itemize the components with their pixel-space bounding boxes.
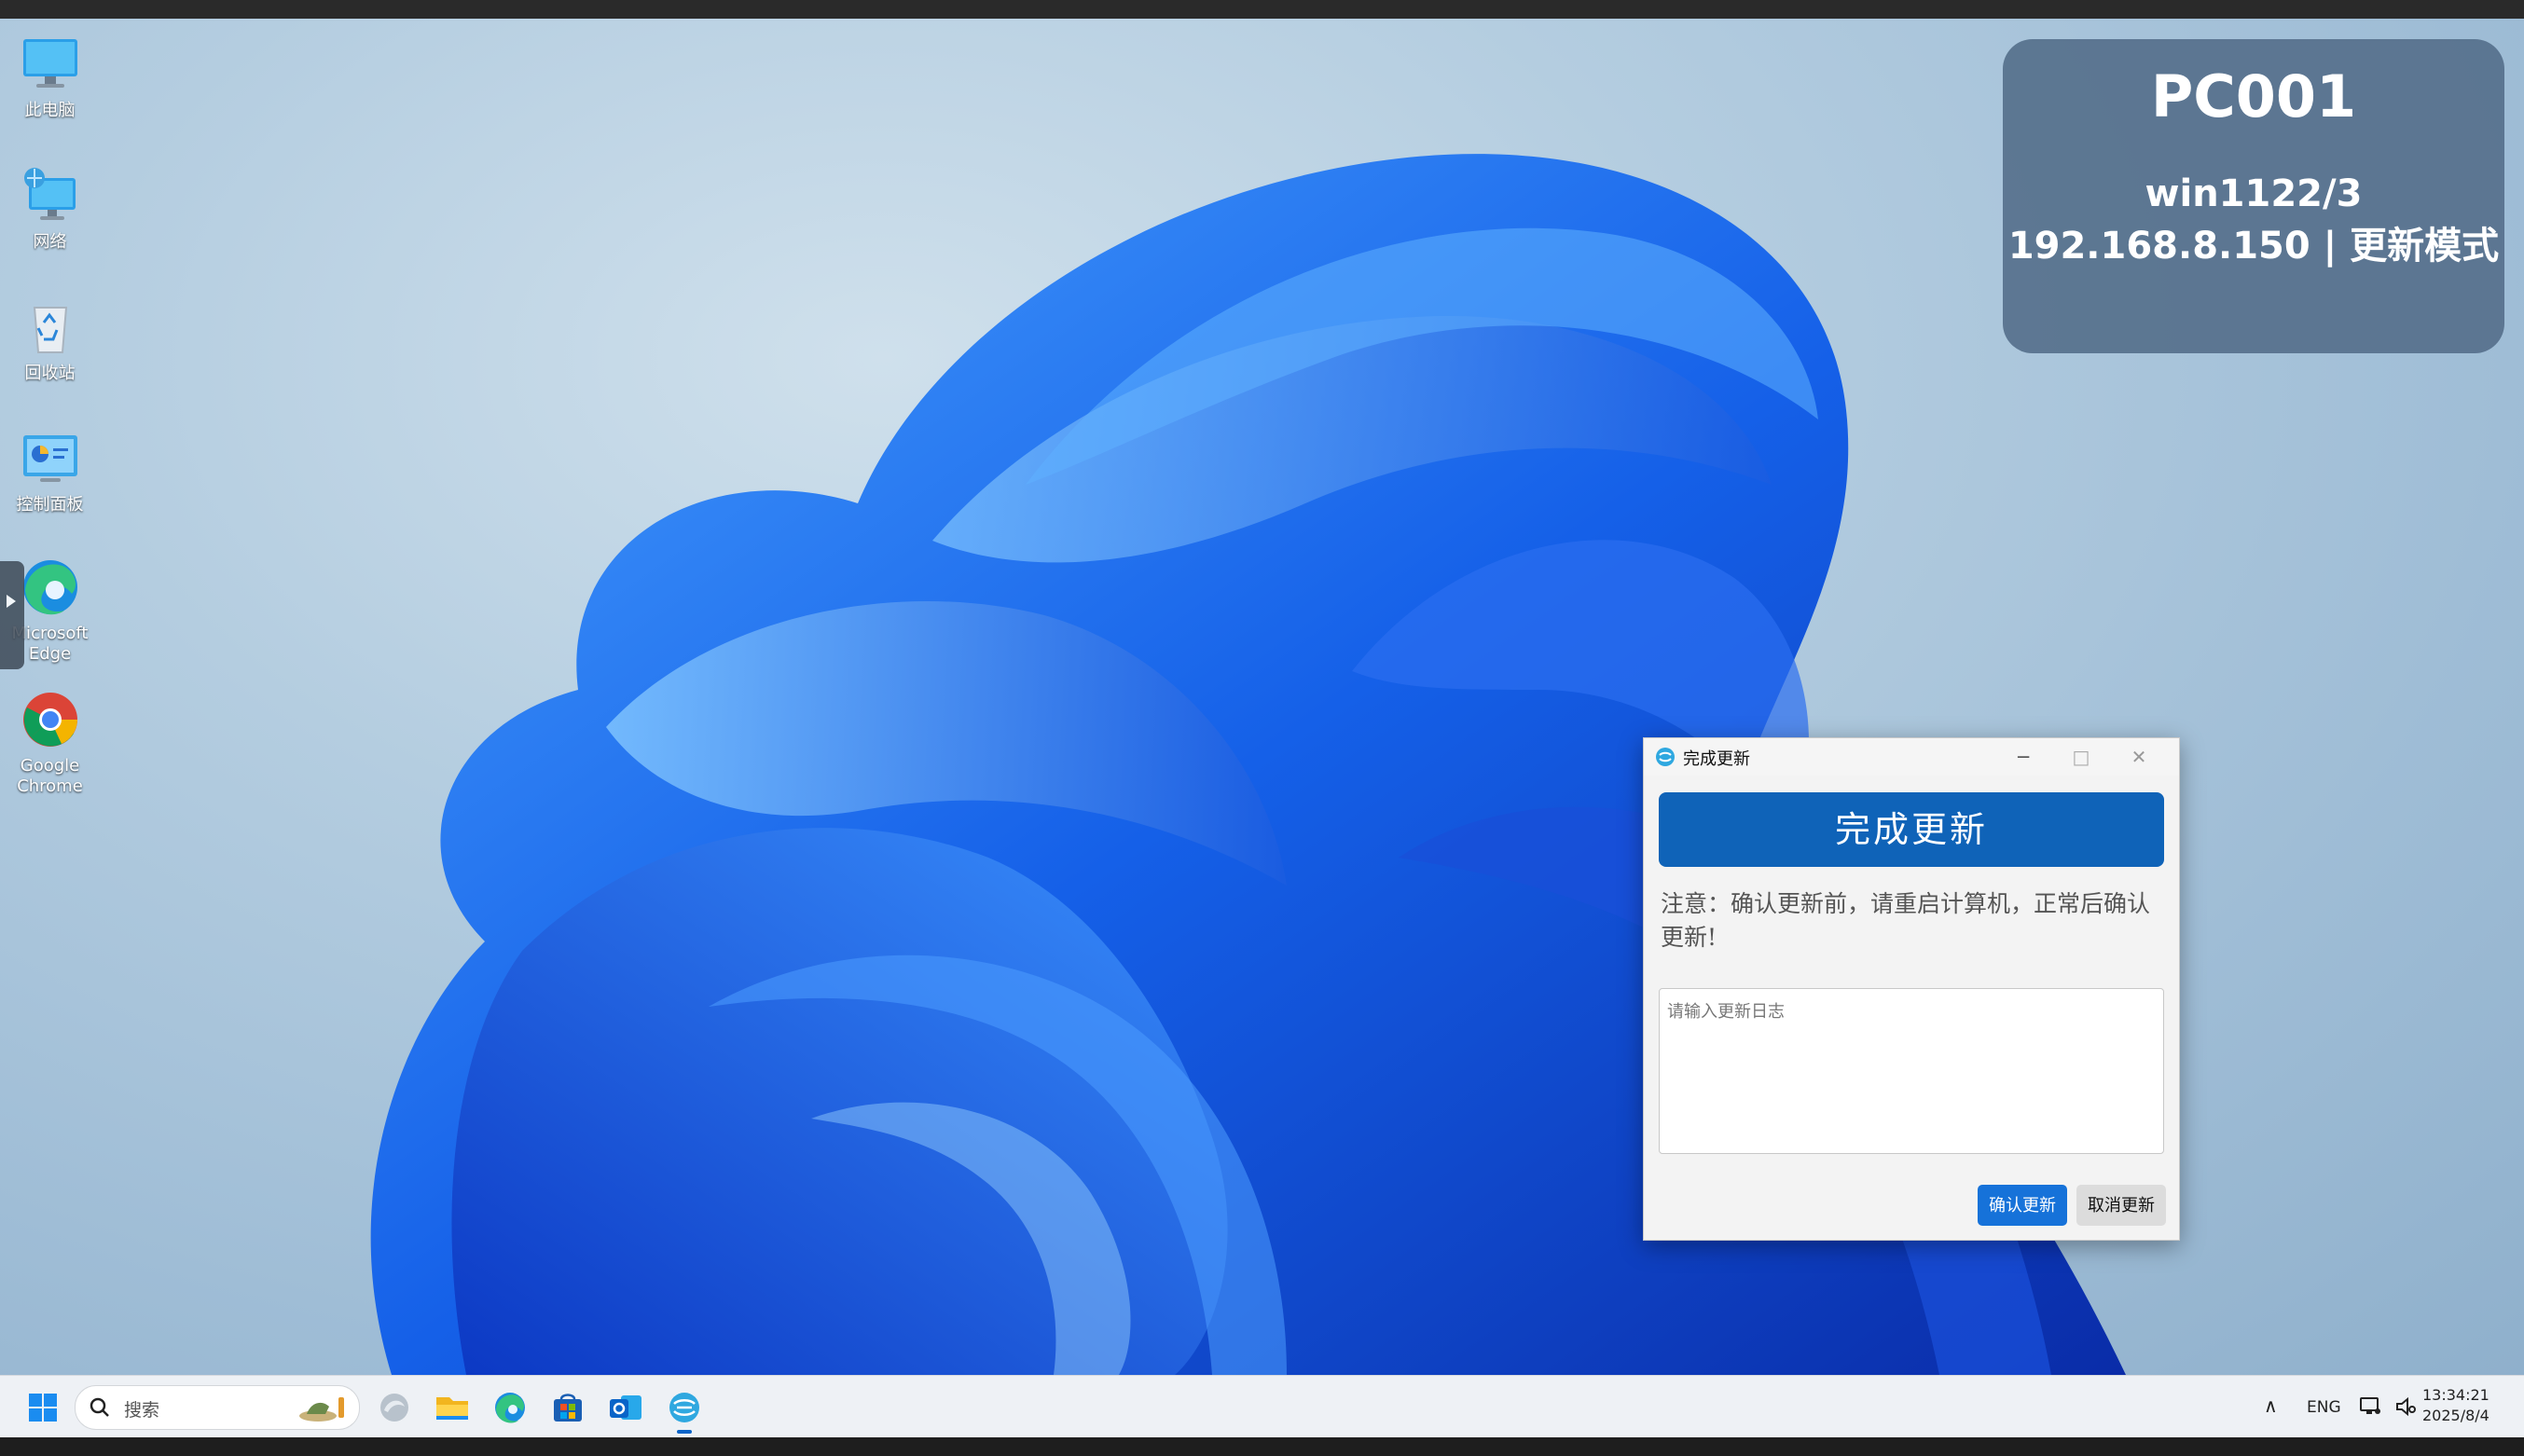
taskbar: 搜索 ∧ ENG 13:34:21 2025/8/4 bbox=[0, 1375, 2524, 1438]
outlook-icon[interactable] bbox=[606, 1388, 645, 1427]
os-info: win1122/3 bbox=[2145, 172, 2363, 215]
taskbar-clock[interactable]: 13:34:21 2025/8/4 bbox=[2422, 1385, 2490, 1426]
confirm-update-button[interactable]: 确认更新 bbox=[1978, 1185, 2067, 1226]
file-explorer-icon[interactable] bbox=[433, 1388, 472, 1427]
windows-start-icon[interactable] bbox=[23, 1388, 62, 1427]
copilot-icon[interactable] bbox=[375, 1388, 414, 1427]
pc-name: PC001 bbox=[2150, 62, 2357, 130]
desktop-icon-label: 此电脑 bbox=[24, 101, 76, 120]
clock-time: 13:34:21 bbox=[2422, 1386, 2490, 1404]
dialog-banner: 完成更新 bbox=[1659, 792, 2164, 867]
language-indicator[interactable]: ENG bbox=[2307, 1398, 2341, 1417]
dialog-titlebar[interactable]: 完成更新 ─ □ ✕ bbox=[1644, 738, 2179, 776]
show-hidden-icons-chevron-icon[interactable]: ∧ bbox=[2264, 1394, 2278, 1417]
dialog-title: 完成更新 bbox=[1683, 749, 1750, 769]
active-app-indicator bbox=[677, 1430, 692, 1434]
minimize-button[interactable]: ─ bbox=[1994, 738, 2052, 776]
machine-info-panel: PC001 win1122/3 192.168.8.150 | 更新模式 bbox=[2003, 39, 2504, 353]
volume-icon[interactable] bbox=[2394, 1396, 2417, 1417]
desktop-icon-recycle-bin[interactable]: 回收站 bbox=[6, 295, 94, 384]
complete-update-dialog: 完成更新 ─ □ ✕ 完成更新 注意：确认更新前，请重启计算机，正常后确认更新!… bbox=[1643, 737, 2180, 1241]
update-client-icon[interactable] bbox=[665, 1388, 704, 1427]
top-frame-bar bbox=[0, 0, 2524, 19]
desktop[interactable]: 此电脑 网络 回收站 控制面板 Microsoft Edge Google Ch… bbox=[0, 19, 2524, 1375]
search-icon bbox=[90, 1397, 109, 1417]
network-icon bbox=[23, 168, 76, 220]
clock-date: 2025/8/4 bbox=[2422, 1407, 2490, 1424]
update-log-input[interactable] bbox=[1659, 988, 2164, 1154]
dialog-notice: 注意：确认更新前，请重启计算机，正常后确认更新! bbox=[1661, 890, 2151, 951]
bottom-frame-bar bbox=[0, 1437, 2524, 1456]
desktop-icon-chrome[interactable]: Google Chrome bbox=[6, 687, 94, 797]
desktop-icon-control-panel[interactable]: 控制面板 bbox=[6, 426, 94, 515]
store-icon[interactable] bbox=[548, 1388, 587, 1427]
recycle-bin-icon bbox=[33, 307, 67, 353]
desktop-icon-label: 回收站 bbox=[24, 364, 76, 383]
close-button[interactable]: ✕ bbox=[2110, 738, 2168, 776]
monitor-icon bbox=[22, 39, 77, 88]
taskbar-search[interactable]: 搜索 bbox=[75, 1385, 360, 1430]
search-placeholder: 搜索 bbox=[124, 1400, 160, 1421]
control-panel-icon bbox=[22, 435, 77, 482]
edge-icon[interactable] bbox=[490, 1388, 530, 1427]
maximize-button[interactable]: □ bbox=[2052, 738, 2110, 776]
edge-icon bbox=[22, 560, 77, 615]
desktop-icon-label: 控制面板 bbox=[16, 495, 84, 515]
network-status-icon[interactable] bbox=[2359, 1396, 2381, 1417]
desktop-icon-label: 网络 bbox=[33, 232, 67, 252]
side-panel-handle[interactable] bbox=[0, 561, 24, 669]
desktop-icon-this-pc[interactable]: 此电脑 bbox=[6, 32, 94, 121]
update-client-icon bbox=[1656, 748, 1675, 766]
expand-arrow-icon bbox=[7, 595, 16, 608]
desktop-icon-label: Google Chrome bbox=[17, 756, 83, 796]
search-highlight-icon bbox=[299, 1397, 344, 1422]
ip-mode: 192.168.8.150 | 更新模式 bbox=[2007, 225, 2500, 268]
desktop-icon-network[interactable]: 网络 bbox=[6, 163, 94, 253]
chrome-icon bbox=[22, 693, 77, 747]
cancel-update-button[interactable]: 取消更新 bbox=[2076, 1185, 2166, 1226]
